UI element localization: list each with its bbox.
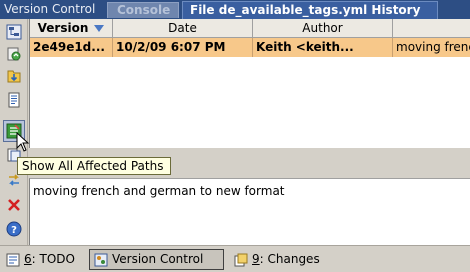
changes-label: : Changes [259, 252, 320, 266]
table-header: Version Date Author [30, 19, 470, 38]
column-header-message[interactable] [393, 19, 470, 38]
mouse-cursor-icon [16, 132, 30, 152]
tab-console[interactable]: Console [107, 2, 179, 18]
column-header-date-label: Date [168, 21, 197, 35]
help-icon: ? [6, 221, 22, 237]
tool-window-bar: 6: TODO Version Control 9: Changes [0, 245, 470, 272]
version-control-label: Version Control [112, 252, 204, 266]
todo-label: : TODO [31, 252, 75, 266]
get-revision-button[interactable] [5, 67, 23, 85]
tooltip: Show All Affected Paths [17, 157, 171, 175]
cell-date: 10/2/09 6:07 PM [113, 38, 253, 57]
annotate-icon [8, 92, 20, 108]
column-header-version[interactable]: Version [30, 19, 113, 38]
close-button[interactable] [5, 196, 23, 214]
column-header-date[interactable]: Date [113, 19, 253, 38]
cell-version: 2e49e1d... [30, 38, 113, 57]
tool-window-titlebar: Version Control Console File de_availabl… [0, 0, 470, 19]
cell-author: Keith <keith... [253, 38, 393, 57]
commit-message-panel[interactable]: moving french and german to new format [29, 178, 470, 245]
column-header-author-label: Author [302, 21, 343, 35]
column-header-author[interactable]: Author [253, 19, 393, 38]
changes-tool-button[interactable]: 9: Changes [230, 249, 335, 270]
structure-toggle-button[interactable] [5, 23, 23, 41]
todo-tool-button[interactable]: 6: TODO [2, 249, 84, 270]
tab-file-history-label: File de_available_tags.yml History [190, 3, 421, 17]
svg-text:?: ? [11, 225, 17, 236]
todo-shortcut-key: 6 [24, 252, 32, 266]
structure-icon [6, 24, 22, 40]
tab-console-label: Console [117, 3, 171, 17]
version-control-tool-button[interactable]: Version Control [89, 249, 224, 270]
column-header-version-label: Version [37, 21, 89, 35]
refresh-button[interactable] [5, 45, 23, 63]
changes-shortcut-key: 9 [252, 252, 260, 266]
sort-descending-icon [94, 25, 105, 32]
refresh-icon [7, 47, 21, 61]
annotate-button[interactable] [5, 91, 23, 109]
todo-icon [6, 253, 20, 266]
close-icon [8, 199, 20, 211]
table-row[interactable]: 2e49e1d... 10/2/09 6:07 PM Keith <keith.… [30, 38, 470, 57]
help-button[interactable]: ? [5, 220, 23, 238]
tab-file-history[interactable]: File de_available_tags.yml History [182, 1, 438, 19]
version-control-icon [94, 253, 108, 266]
tool-window-title: Version Control [4, 2, 96, 16]
commit-message-text: moving french and german to new format [33, 184, 285, 198]
cell-message: moving french a [396, 40, 470, 54]
changes-icon [234, 253, 248, 266]
history-table[interactable]: Version Date Author 2e49e1d... 10/2/09 6… [29, 19, 470, 148]
get-revision-icon [7, 70, 21, 83]
